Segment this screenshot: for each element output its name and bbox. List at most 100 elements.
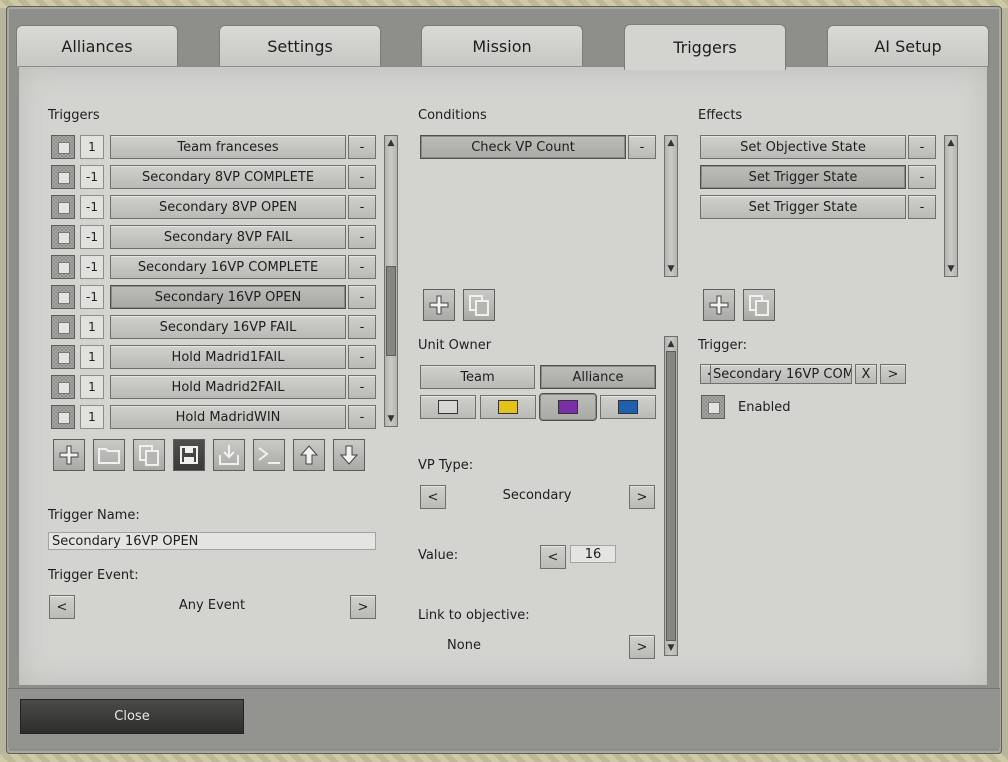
trigger-number[interactable]: -1 bbox=[80, 195, 104, 219]
remove-effect-button[interactable]: - bbox=[908, 195, 936, 219]
trigger-row[interactable]: Secondary 8VP OPEN bbox=[110, 195, 346, 219]
link-objective-next-button[interactable]: > bbox=[629, 635, 655, 659]
trigger-list-scrollbar[interactable]: ▲ ▼ bbox=[384, 135, 398, 427]
remove-trigger-button[interactable]: - bbox=[348, 255, 376, 279]
effect-trigger-clear-button[interactable]: X bbox=[855, 364, 877, 384]
tab-settings[interactable]: Settings bbox=[219, 25, 381, 67]
color-purple-button[interactable] bbox=[539, 393, 597, 421]
remove-trigger-button[interactable]: - bbox=[348, 315, 376, 339]
enabled-checkbox[interactable] bbox=[701, 395, 725, 419]
effects-scrollbar[interactable]: ▲ ▼ bbox=[944, 135, 958, 277]
trigger-checkbox[interactable] bbox=[51, 315, 75, 339]
trigger-number[interactable]: 1 bbox=[80, 345, 104, 369]
trigger-row[interactable]: Secondary 16VP COMPLETE bbox=[110, 255, 346, 279]
effect-trigger-next-button[interactable]: > bbox=[880, 364, 906, 384]
remove-effect-button[interactable]: - bbox=[908, 165, 936, 189]
owner-team-button[interactable]: Team bbox=[420, 365, 535, 389]
scroll-down-icon[interactable]: ▼ bbox=[665, 263, 677, 275]
scroll-up-icon[interactable]: ▲ bbox=[385, 137, 397, 149]
trigger-number[interactable]: -1 bbox=[80, 255, 104, 279]
color-white-button[interactable] bbox=[420, 395, 476, 419]
tab-triggers[interactable]: Triggers bbox=[624, 24, 786, 70]
effect-row-selected[interactable]: Set Trigger State bbox=[700, 165, 906, 189]
trigger-number[interactable]: 1 bbox=[80, 405, 104, 429]
add-effect-button[interactable] bbox=[703, 289, 735, 321]
save-icon bbox=[180, 446, 198, 464]
remove-trigger-button[interactable]: - bbox=[348, 225, 376, 249]
trigger-checkbox[interactable] bbox=[51, 255, 75, 279]
trigger-row[interactable]: Secondary 16VP FAIL bbox=[110, 315, 346, 339]
tab-alliances[interactable]: Alliances bbox=[16, 25, 178, 67]
remove-trigger-button[interactable]: - bbox=[348, 405, 376, 429]
trigger-row[interactable]: Hold Madrid1FAIL bbox=[110, 345, 346, 369]
remove-trigger-button[interactable]: - bbox=[348, 165, 376, 189]
effect-trigger-value[interactable]: Secondary 16VP COMPLETE bbox=[710, 364, 852, 384]
remove-trigger-button[interactable]: - bbox=[348, 285, 376, 309]
trigger-number[interactable]: 1 bbox=[80, 135, 104, 159]
remove-trigger-button[interactable]: - bbox=[348, 135, 376, 159]
trigger-row[interactable]: Team franceses bbox=[110, 135, 346, 159]
effect-row[interactable]: Set Trigger State bbox=[700, 195, 906, 219]
remove-trigger-button[interactable]: - bbox=[348, 375, 376, 399]
event-prev-button[interactable]: < bbox=[49, 595, 75, 619]
scroll-down-icon[interactable]: ▼ bbox=[665, 642, 677, 654]
trigger-number[interactable]: 1 bbox=[80, 375, 104, 399]
trigger-checkbox[interactable] bbox=[51, 405, 75, 429]
trigger-checkbox[interactable] bbox=[51, 225, 75, 249]
trigger-row[interactable]: Hold MadridWIN bbox=[110, 405, 346, 429]
trigger-row-selected[interactable]: Secondary 16VP OPEN bbox=[110, 285, 346, 309]
trigger-checkbox[interactable] bbox=[51, 165, 75, 189]
trigger-number[interactable]: -1 bbox=[80, 285, 104, 309]
remove-trigger-button[interactable]: - bbox=[348, 345, 376, 369]
tab-mission[interactable]: Mission bbox=[421, 25, 583, 67]
conditions-scrollbar[interactable]: ▲ ▼ bbox=[664, 135, 678, 277]
import-trigger-button[interactable] bbox=[213, 439, 245, 471]
add-trigger-button[interactable] bbox=[53, 439, 85, 471]
color-yellow-button[interactable] bbox=[480, 395, 536, 419]
save-trigger-button[interactable] bbox=[173, 439, 205, 471]
condition-row-selected[interactable]: Check VP Count bbox=[420, 135, 626, 159]
scroll-down-icon[interactable]: ▼ bbox=[385, 413, 397, 425]
remove-effect-button[interactable]: - bbox=[908, 135, 936, 159]
copy-condition-button[interactable] bbox=[463, 289, 495, 321]
condition-settings-scrollbar[interactable]: ▲ ▼ bbox=[664, 336, 678, 656]
trigger-checkbox[interactable] bbox=[51, 135, 75, 159]
effect-row[interactable]: Set Objective State bbox=[700, 135, 906, 159]
trigger-checkbox[interactable] bbox=[51, 195, 75, 219]
scroll-down-icon[interactable]: ▼ bbox=[945, 263, 957, 275]
trigger-checkbox[interactable] bbox=[51, 375, 75, 399]
move-up-button[interactable] bbox=[293, 439, 325, 471]
trigger-checkbox[interactable] bbox=[51, 285, 75, 309]
copy-effect-button[interactable] bbox=[743, 289, 775, 321]
close-button[interactable]: Close bbox=[20, 699, 244, 734]
copy-trigger-button[interactable] bbox=[133, 439, 165, 471]
trigger-number[interactable]: -1 bbox=[80, 165, 104, 189]
trigger-row[interactable]: Secondary 8VP FAIL bbox=[110, 225, 346, 249]
vp-type-prev-button[interactable]: < bbox=[420, 485, 446, 509]
owner-alliance-button[interactable]: Alliance bbox=[540, 365, 656, 389]
tab-ai-setup[interactable]: AI Setup bbox=[827, 25, 989, 67]
console-button[interactable] bbox=[253, 439, 285, 471]
trigger-name-input[interactable]: Secondary 16VP OPEN bbox=[48, 532, 376, 550]
scroll-up-icon[interactable]: ▲ bbox=[665, 338, 677, 350]
scroll-thumb[interactable] bbox=[666, 351, 676, 641]
value-input[interactable]: 16 bbox=[570, 545, 616, 563]
scroll-up-icon[interactable]: ▲ bbox=[945, 137, 957, 149]
vp-type-label: VP Type: bbox=[418, 458, 474, 473]
scroll-up-icon[interactable]: ▲ bbox=[665, 137, 677, 149]
move-down-button[interactable] bbox=[333, 439, 365, 471]
remove-condition-button[interactable]: - bbox=[628, 135, 656, 159]
trigger-number[interactable]: -1 bbox=[80, 225, 104, 249]
trigger-row[interactable]: Secondary 8VP COMPLETE bbox=[110, 165, 346, 189]
value-decrease-button[interactable]: < bbox=[540, 545, 566, 569]
trigger-number[interactable]: 1 bbox=[80, 315, 104, 339]
trigger-row[interactable]: Hold Madrid2FAIL bbox=[110, 375, 346, 399]
open-folder-button[interactable] bbox=[93, 439, 125, 471]
trigger-checkbox[interactable] bbox=[51, 345, 75, 369]
add-condition-button[interactable] bbox=[423, 289, 455, 321]
scroll-thumb[interactable] bbox=[386, 266, 396, 356]
color-blue-button[interactable] bbox=[600, 395, 656, 419]
vp-type-next-button[interactable]: > bbox=[629, 485, 655, 509]
remove-trigger-button[interactable]: - bbox=[348, 195, 376, 219]
event-next-button[interactable]: > bbox=[350, 595, 376, 619]
